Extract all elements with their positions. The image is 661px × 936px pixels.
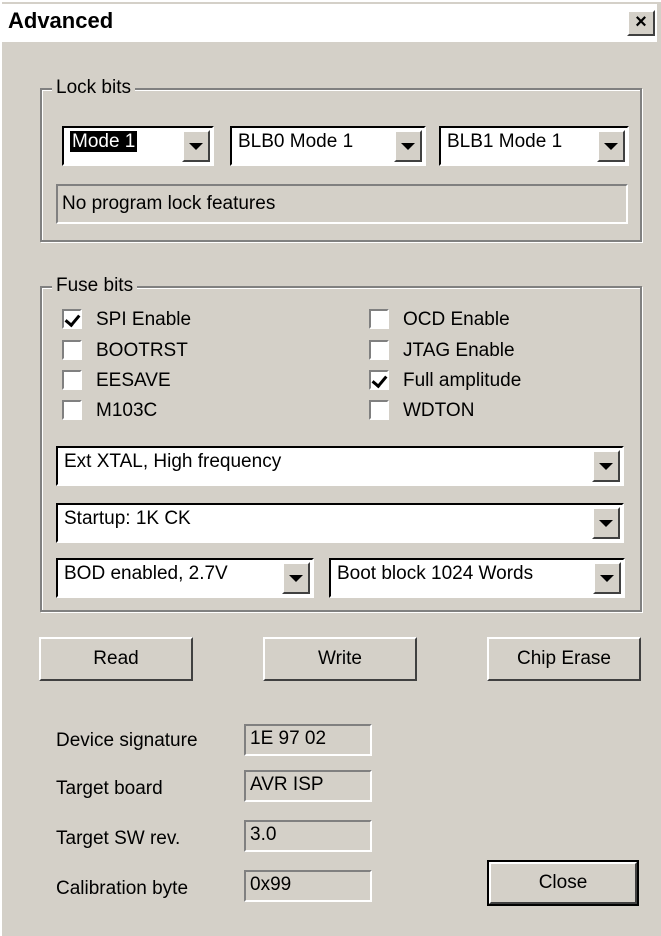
lock-description-text: No program lock features [62, 193, 276, 214]
read-button[interactable]: Read [39, 637, 193, 681]
bod-value: BOD enabled, 2.7V [64, 563, 228, 584]
chevron-down-icon[interactable] [592, 507, 620, 539]
m103c-label: M103C [96, 400, 158, 421]
bootrst-checkbox[interactable] [62, 340, 82, 360]
fuse-bits-legend: Fuse bits [52, 275, 138, 297]
clock-source-select[interactable]: Ext XTAL, High frequency [56, 446, 624, 486]
blb1-mode-select[interactable]: BLB1 Mode 1 [439, 126, 629, 166]
spi-enable-label: SPI Enable [96, 309, 192, 330]
lock-description: No program lock features [56, 184, 628, 224]
chevron-down-icon[interactable] [597, 130, 625, 162]
chevron-down-icon[interactable] [182, 130, 210, 162]
blb1-mode-value: BLB1 Mode 1 [447, 131, 563, 152]
target-sw-rev-label: Target SW rev. [56, 828, 181, 849]
bod-select[interactable]: BOD enabled, 2.7V [56, 558, 314, 598]
startup-value: Startup: 1K CK [64, 508, 191, 529]
ocd-enable-label: OCD Enable [403, 309, 510, 330]
target-board-value: AVR ISP [244, 770, 372, 802]
calibration-byte-value: 0x99 [244, 870, 372, 902]
blb0-mode-select[interactable]: BLB0 Mode 1 [230, 126, 426, 166]
wdton-label: WDTON [403, 400, 475, 421]
calibration-byte-label: Calibration byte [56, 878, 189, 899]
chevron-down-icon[interactable] [394, 130, 422, 162]
write-button[interactable]: Write [263, 637, 417, 681]
lock-mode-select[interactable]: Mode 1 [62, 126, 214, 166]
lock-bits-legend: Lock bits [52, 77, 135, 99]
full-amplitude-checkbox[interactable] [369, 370, 389, 390]
lock-mode-value: Mode 1 [70, 131, 138, 152]
startup-select[interactable]: Startup: 1K CK [56, 503, 624, 543]
chip-erase-button[interactable]: Chip Erase [487, 637, 641, 681]
wdton-checkbox[interactable] [369, 400, 389, 420]
boot-block-value: Boot block 1024 Words [337, 563, 534, 584]
spi-enable-checkbox[interactable] [62, 309, 82, 329]
blb0-mode-value: BLB0 Mode 1 [238, 131, 354, 152]
boot-block-select[interactable]: Boot block 1024 Words [329, 558, 625, 598]
eesave-checkbox[interactable] [62, 370, 82, 390]
chevron-down-icon[interactable] [593, 562, 621, 594]
target-sw-rev-value: 3.0 [244, 820, 372, 852]
target-board-label: Target board [56, 778, 163, 799]
dialog-title: Advanced [8, 8, 114, 33]
device-signature-value: 1E 97 02 [244, 724, 372, 756]
close-icon[interactable]: × [627, 10, 655, 36]
chevron-down-icon[interactable] [592, 450, 620, 482]
bootrst-label: BOOTRST [96, 340, 188, 361]
jtag-enable-checkbox[interactable] [369, 340, 389, 360]
eesave-label: EESAVE [96, 370, 171, 391]
full-amplitude-label: Full amplitude [403, 370, 522, 391]
close-button[interactable]: Close [487, 860, 639, 906]
ocd-enable-checkbox[interactable] [369, 309, 389, 329]
chevron-down-icon[interactable] [282, 562, 310, 594]
device-signature-label: Device signature [56, 730, 198, 751]
jtag-enable-label: JTAG Enable [403, 340, 515, 361]
clock-source-value: Ext XTAL, High frequency [64, 451, 282, 472]
m103c-checkbox[interactable] [62, 400, 82, 420]
